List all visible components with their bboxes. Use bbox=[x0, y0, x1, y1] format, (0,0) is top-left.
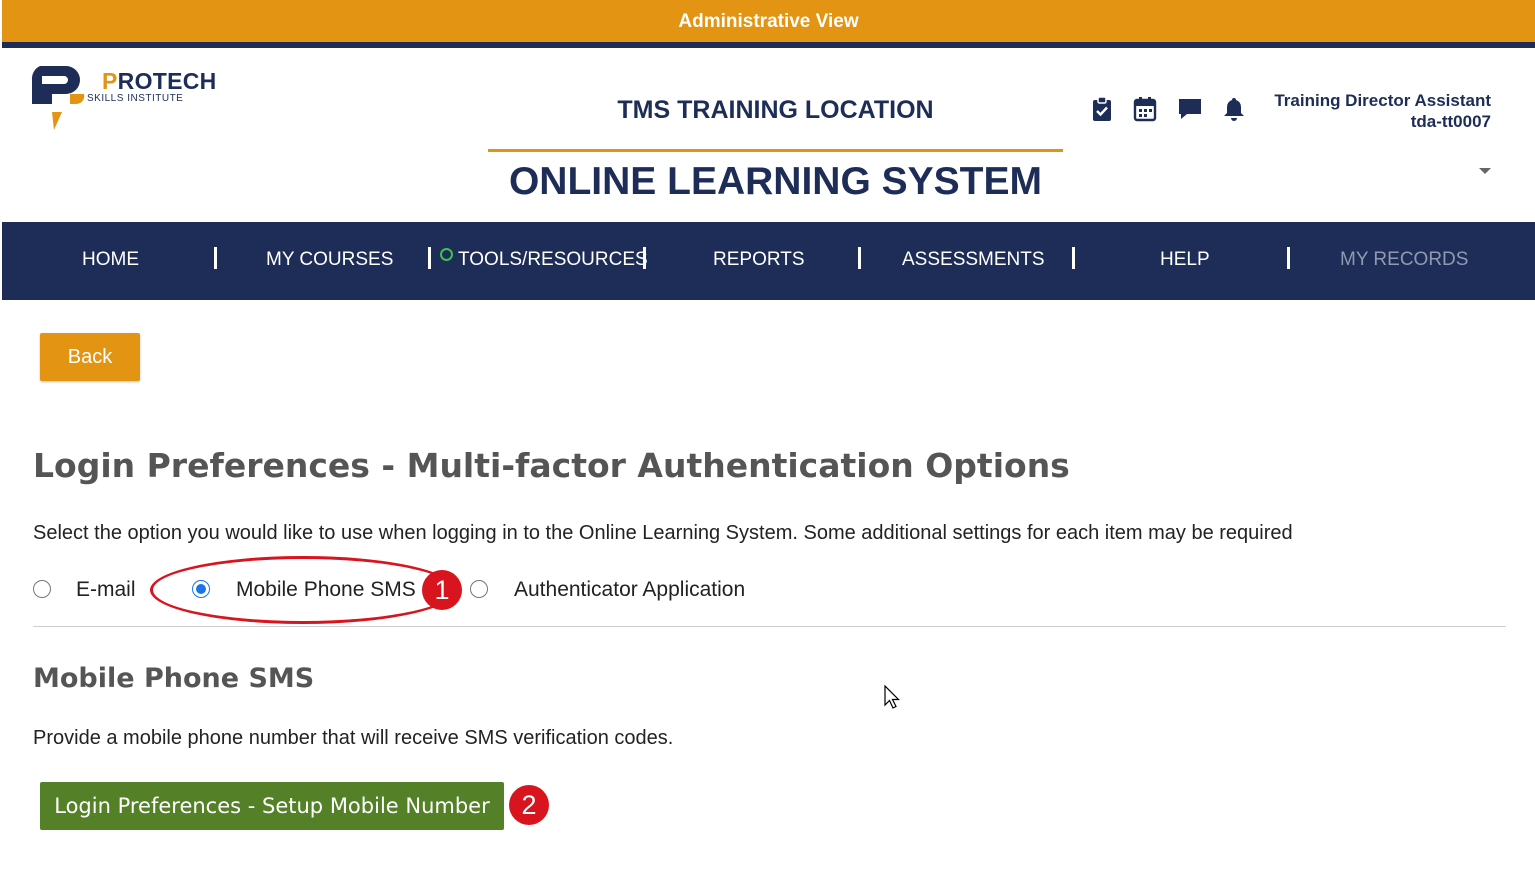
bell-icon[interactable] bbox=[1222, 96, 1248, 124]
mobile-sms-option-label[interactable]: Mobile Phone SMS bbox=[236, 578, 416, 602]
sms-section-description: Provide a mobile phone number that will … bbox=[33, 727, 674, 749]
nav-separator bbox=[1072, 247, 1075, 269]
protech-logo[interactable]: PROTECH SKILLS INSTITUTE bbox=[30, 64, 216, 134]
nav-tools-resources[interactable]: TOOLS/RESOURCES bbox=[458, 222, 648, 300]
logo-wordmark: PROTECH bbox=[102, 68, 217, 94]
sms-section-title: Mobile Phone SMS bbox=[33, 663, 315, 694]
step2-badge: 2 bbox=[509, 785, 549, 825]
nav-separator bbox=[858, 247, 861, 269]
clipboard-check-icon[interactable] bbox=[1090, 96, 1116, 124]
nav-reports[interactable]: REPORTS bbox=[713, 222, 805, 300]
step1-badge: 1 bbox=[422, 570, 462, 610]
email-radio[interactable] bbox=[33, 580, 51, 598]
logo-subtitle: SKILLS INSTITUTE bbox=[87, 93, 184, 104]
page-intro: Select the option you would like to use … bbox=[33, 522, 1293, 544]
nav-my-records: MY RECORDS bbox=[1340, 249, 1469, 270]
email-option-label[interactable]: E-mail bbox=[76, 578, 136, 602]
nav-separator bbox=[214, 247, 217, 269]
nav-separator bbox=[643, 247, 646, 269]
authenticator-option-label[interactable]: Authenticator Application bbox=[514, 578, 745, 602]
section-divider bbox=[33, 626, 1506, 627]
online-status-icon bbox=[440, 248, 453, 261]
user-info[interactable]: Training Director Assistant tda-tt0007 bbox=[1274, 90, 1491, 132]
mobile-sms-radio[interactable] bbox=[192, 580, 210, 598]
admin-view-banner: Administrative View bbox=[2, 0, 1535, 48]
chat-icon[interactable] bbox=[1177, 96, 1203, 124]
nav-help[interactable]: HELP bbox=[1160, 222, 1210, 300]
page-title: Login Preferences - Multi-factor Authent… bbox=[33, 446, 1070, 485]
setup-mobile-number-button[interactable]: Login Preferences - Setup Mobile Number bbox=[40, 782, 504, 830]
user-id: tda-tt0007 bbox=[1410, 112, 1491, 131]
back-button[interactable]: Back bbox=[40, 333, 140, 381]
nav-home[interactable]: HOME bbox=[82, 222, 139, 300]
title-divider bbox=[488, 149, 1063, 152]
main-nav: HOME MY COURSES TOOLS/RESOURCES REPORTS … bbox=[2, 222, 1535, 300]
mouse-cursor-icon bbox=[884, 685, 900, 709]
user-role: Training Director Assistant bbox=[1274, 91, 1491, 110]
logo-mark-icon bbox=[31, 66, 85, 130]
nav-separator bbox=[1287, 247, 1290, 269]
system-title: ONLINE LEARNING SYSTEM bbox=[508, 160, 1043, 203]
nav-my-courses[interactable]: MY COURSES bbox=[266, 222, 393, 300]
user-menu-caret-icon[interactable] bbox=[1479, 168, 1491, 174]
nav-assessments[interactable]: ASSESSMENTS bbox=[902, 222, 1045, 300]
authenticator-radio[interactable] bbox=[470, 580, 488, 598]
nav-separator bbox=[428, 247, 431, 269]
calendar-icon[interactable] bbox=[1133, 96, 1159, 124]
location-title: TMS TRAINING LOCATION bbox=[617, 96, 934, 124]
